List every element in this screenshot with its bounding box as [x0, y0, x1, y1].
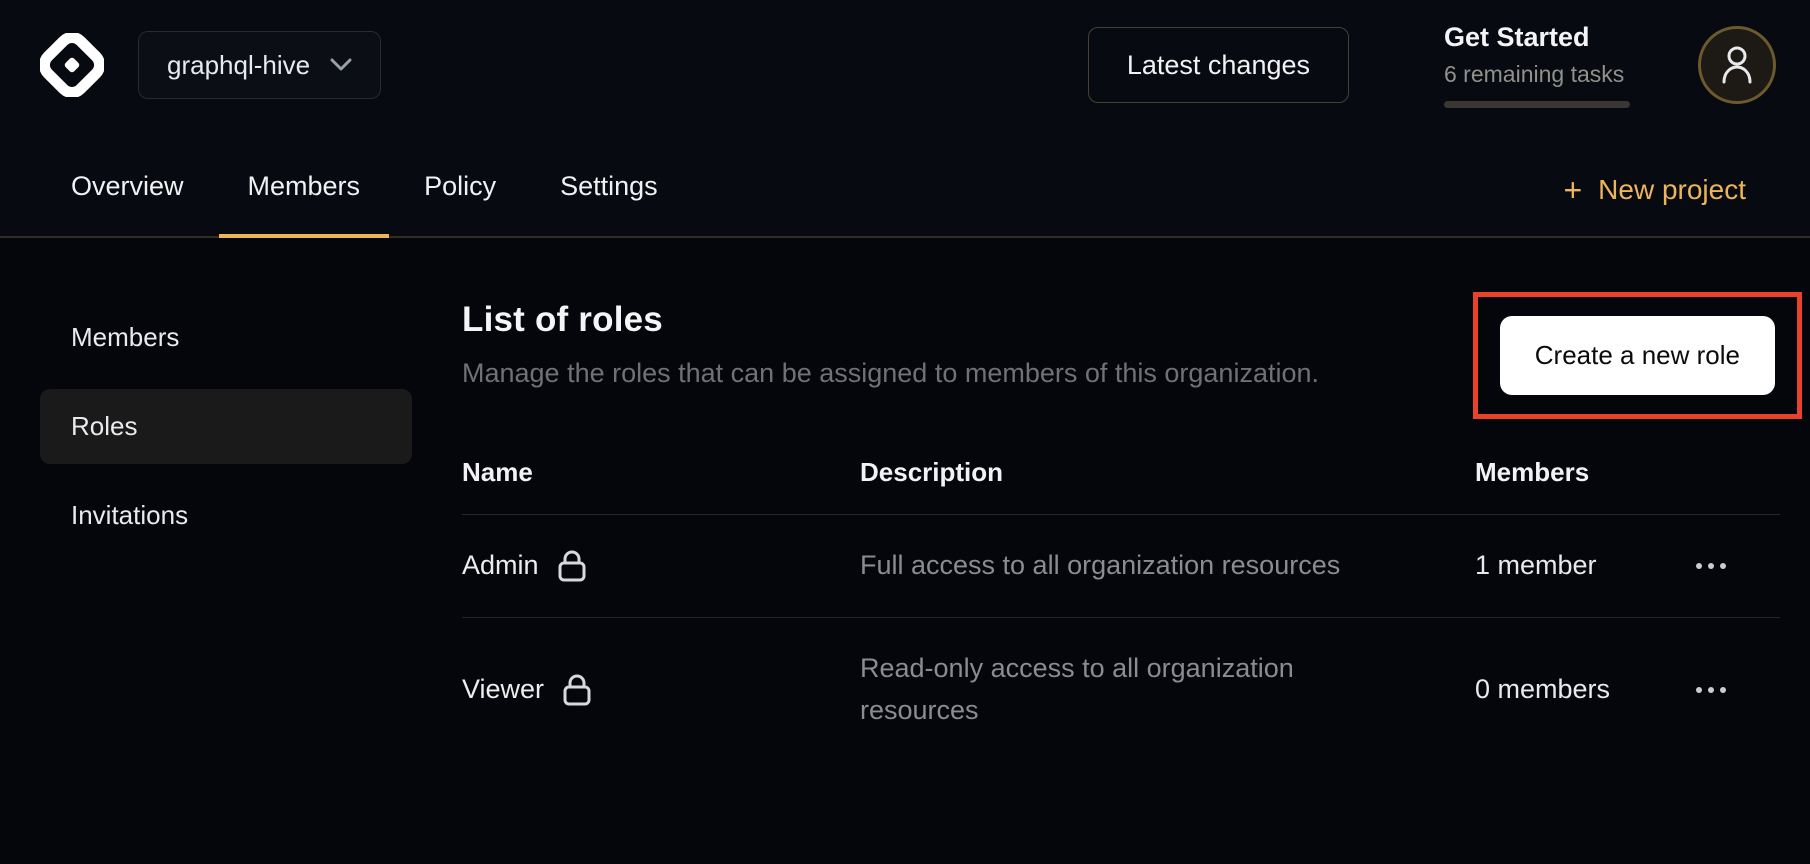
chevron-down-icon [330, 58, 352, 72]
role-members-cell: 1 member [1475, 550, 1690, 581]
sidebar-item-roles[interactable]: Roles [40, 389, 412, 464]
column-header-description: Description [860, 457, 1475, 488]
top-header: graphql-hive Latest changes Get Started … [0, 0, 1810, 130]
roles-title-block: List of roles Manage the roles that can … [462, 300, 1319, 389]
ellipsis-dot [1708, 563, 1714, 569]
tab-settings[interactable]: Settings [531, 171, 687, 238]
roles-panel: List of roles Manage the roles that can … [462, 300, 1780, 864]
role-name-text: Admin [462, 550, 539, 581]
members-sidebar: Members Roles Invitations [40, 300, 412, 864]
page-subtitle: Manage the roles that can be assigned to… [462, 358, 1319, 389]
hive-logo-icon[interactable] [40, 33, 104, 97]
roles-panel-header: List of roles Manage the roles that can … [462, 300, 1780, 419]
tab-members[interactable]: Members [219, 171, 390, 238]
org-name: graphql-hive [167, 50, 310, 81]
plus-icon: + [1563, 174, 1582, 206]
latest-changes-button[interactable]: Latest changes [1088, 27, 1349, 103]
user-avatar-button[interactable] [1698, 26, 1776, 104]
page-title: List of roles [462, 300, 1319, 340]
new-project-button[interactable]: + New project [1563, 174, 1746, 236]
ellipsis-dot [1696, 687, 1702, 693]
lock-icon [557, 549, 587, 583]
roles-table-header: Name Description Members [462, 443, 1780, 515]
row-menu-ellipsis-button[interactable] [1690, 675, 1732, 705]
role-menu-cell [1690, 675, 1780, 705]
table-row-admin: Admin Full access to all organization re… [462, 515, 1780, 618]
table-row-viewer: Viewer Read-only access to all organizat… [462, 618, 1780, 762]
members-count-text: 0 members [1475, 674, 1610, 704]
ellipsis-dot [1708, 687, 1714, 693]
tab-policy[interactable]: Policy [395, 171, 525, 238]
lock-icon [562, 673, 592, 707]
role-description-cell: Full access to all organization resource… [860, 545, 1475, 587]
get-started-progress-bar [1444, 101, 1630, 108]
tabs: Overview Members Policy Settings [42, 171, 687, 236]
create-new-role-button[interactable]: Create a new role [1500, 316, 1775, 395]
role-description-cell: Read-only access to all organization res… [860, 648, 1475, 732]
column-header-menu [1690, 457, 1780, 488]
roles-table: Name Description Members Admin [462, 443, 1780, 762]
ellipsis-dot [1720, 687, 1726, 693]
get-started-widget[interactable]: Get Started 6 remaining tasks [1444, 22, 1636, 108]
members-count-text: 1 member [1475, 550, 1597, 580]
ellipsis-dot [1696, 563, 1702, 569]
role-menu-cell [1690, 551, 1780, 581]
role-description-text: Full access to all organization resource… [860, 545, 1365, 587]
get-started-title: Get Started [1444, 22, 1636, 53]
annotation-highlight-rectangle: Create a new role [1473, 292, 1802, 419]
org-selector-dropdown[interactable]: graphql-hive [138, 31, 381, 99]
role-description-text: Read-only access to all organization res… [860, 648, 1365, 732]
column-header-members: Members [1475, 457, 1690, 488]
get-started-subtitle: 6 remaining tasks [1444, 61, 1636, 88]
ellipsis-dot [1720, 563, 1726, 569]
role-members-cell: 0 members [1475, 674, 1690, 705]
new-project-label: New project [1598, 174, 1746, 206]
column-header-name: Name [462, 457, 860, 488]
role-name-cell: Admin [462, 549, 860, 583]
person-icon [1721, 46, 1753, 84]
row-menu-ellipsis-button[interactable] [1690, 551, 1732, 581]
org-tabbar: Overview Members Policy Settings + New p… [0, 130, 1810, 238]
sidebar-item-members[interactable]: Members [40, 300, 412, 375]
role-name-cell: Viewer [462, 673, 860, 707]
sidebar-item-invitations[interactable]: Invitations [40, 478, 412, 553]
page-content: Members Roles Invitations List of roles … [0, 238, 1810, 864]
role-name-text: Viewer [462, 674, 544, 705]
tab-overview[interactable]: Overview [42, 171, 213, 238]
